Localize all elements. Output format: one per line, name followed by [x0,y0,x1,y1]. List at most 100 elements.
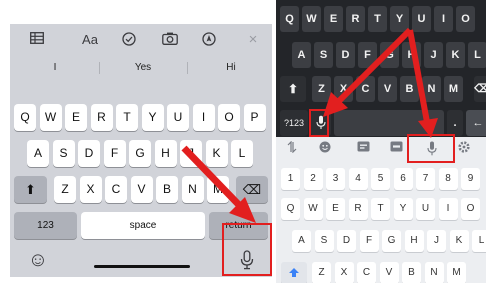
letter-key[interactable]: X [334,262,354,283]
letter-key[interactable]: A [27,140,49,167]
camera-icon[interactable] [159,30,181,50]
period-key[interactable]: . [447,110,463,136]
emoji-key[interactable]: ☺ [26,248,50,272]
enter-key[interactable]: ← [466,110,486,136]
symbols-key[interactable]: ?123 [280,110,308,136]
letter-key[interactable]: K [205,140,228,167]
suggestion-3[interactable]: Hi [188,58,272,78]
close-icon[interactable]: × [242,30,264,50]
letter-key[interactable]: C [357,262,376,283]
letter-key[interactable]: T [116,104,138,131]
letter-key[interactable]: Y [141,104,164,131]
format-icon[interactable]: Aa [77,30,103,50]
letter-key[interactable]: M [207,176,229,203]
letter-key[interactable]: Y [390,6,409,32]
letter-key[interactable]: M [444,76,463,102]
numbers-key[interactable]: 123 [14,212,77,239]
letter-key[interactable]: F [103,140,126,167]
number-key[interactable]: 3 [326,168,345,190]
letter-key[interactable]: G [380,42,399,68]
letter-key[interactable]: U [416,198,435,220]
translate-icon[interactable] [284,140,300,157]
suggestion-2[interactable]: Yes [100,58,186,78]
letter-key[interactable]: X [79,176,102,203]
letter-key[interactable]: B [156,176,178,203]
letter-key[interactable]: N [422,76,441,102]
letter-key[interactable]: F [359,230,379,252]
number-key[interactable]: 6 [393,168,413,190]
letter-key[interactable]: U [167,104,189,131]
number-key[interactable]: 4 [348,168,368,190]
shift-key[interactable] [281,262,307,283]
letter-key[interactable]: V [378,76,397,102]
number-key[interactable]: 9 [461,168,480,190]
number-key[interactable]: 7 [416,168,435,190]
letter-key[interactable]: J [180,140,202,167]
letter-key[interactable]: M [447,262,466,283]
letter-key[interactable]: O [456,6,475,32]
letter-key[interactable]: B [402,262,421,283]
table-icon[interactable] [26,30,48,50]
number-key[interactable]: 8 [438,168,458,190]
shift-key[interactable]: ⬆ [280,76,306,102]
suggestion-1[interactable]: I [12,58,98,78]
letter-key[interactable]: J [427,230,446,252]
letter-key[interactable]: U [412,6,431,32]
letter-key[interactable]: V [379,262,399,283]
letter-key[interactable]: K [446,42,465,68]
letter-key[interactable]: Q [281,198,300,220]
letter-key[interactable]: T [371,198,390,220]
letter-key[interactable]: K [449,230,469,252]
letter-key[interactable]: F [358,42,377,68]
letter-key[interactable]: R [348,198,368,220]
letter-key[interactable]: T [368,6,387,32]
letter-key[interactable]: Q [280,6,299,32]
letter-key[interactable]: A [292,230,311,252]
letter-key[interactable]: O [218,104,240,131]
settings-icon[interactable] [456,141,472,157]
letter-key[interactable]: O [461,198,480,220]
letter-key[interactable]: H [402,42,421,68]
letter-key[interactable]: R [90,104,113,131]
letter-key[interactable]: L [468,42,486,68]
letter-key[interactable]: H [154,140,177,167]
letter-key[interactable]: S [52,140,75,167]
number-key[interactable]: 1 [281,168,300,190]
letter-key[interactable]: G [382,230,401,252]
emoji-icon[interactable] [317,141,333,157]
letter-key[interactable]: W [39,104,62,131]
letter-key[interactable]: Y [393,198,413,220]
letter-key[interactable]: L [472,230,486,252]
letter-key[interactable]: Z [54,176,76,203]
number-key[interactable]: 2 [303,168,323,190]
letter-key[interactable]: I [434,6,453,32]
letter-key[interactable]: Z [312,262,331,283]
letter-key[interactable]: C [105,176,127,203]
letter-key[interactable]: Q [14,104,36,131]
checklist-icon[interactable] [118,30,140,50]
letter-key[interactable]: D [337,230,356,252]
letter-key[interactable]: S [314,230,334,252]
delete-key[interactable]: ⌫ [236,176,268,203]
shift-key[interactable]: ⬆ [14,176,47,203]
letter-key[interactable]: C [356,76,375,102]
letter-key[interactable]: A [292,42,311,68]
markup-icon[interactable] [198,30,220,50]
number-key[interactable]: 5 [371,168,390,190]
gif-icon[interactable] [355,141,371,157]
letter-key[interactable]: I [438,198,458,220]
letter-key[interactable]: S [314,42,333,68]
letter-key[interactable]: W [302,6,321,32]
space-key[interactable] [334,110,444,136]
letter-key[interactable]: D [336,42,355,68]
letter-key[interactable]: H [404,230,424,252]
letter-key[interactable]: B [400,76,419,102]
letter-key[interactable]: E [65,104,87,131]
letter-key[interactable]: Z [312,76,331,102]
letter-key[interactable]: D [78,140,100,167]
letter-key[interactable]: W [303,198,323,220]
clipboard-icon[interactable] [388,141,404,157]
letter-key[interactable]: I [192,104,215,131]
letter-key[interactable]: N [424,262,444,283]
space-key[interactable]: space [81,212,205,239]
